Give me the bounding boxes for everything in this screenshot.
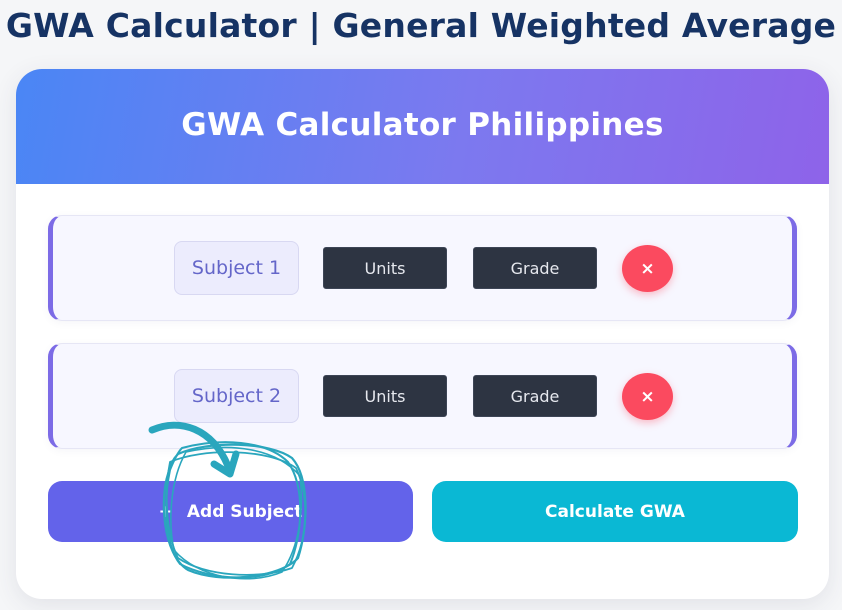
subject-row: Subject 2 Units Grade × (48, 343, 797, 449)
remove-subject-button[interactable]: × (622, 373, 673, 420)
add-subject-button[interactable]: + Add Subject (48, 481, 413, 542)
grade-input[interactable]: Grade (473, 375, 597, 417)
remove-subject-button[interactable]: × (622, 245, 673, 292)
grade-input[interactable]: Grade (473, 247, 597, 289)
gwa-calculator-card: GWA Calculator Philippines Subject 1 Uni… (16, 69, 829, 599)
subject-name-input[interactable]: Subject 2 (174, 369, 299, 423)
card-header: GWA Calculator Philippines (16, 69, 829, 184)
card-title: GWA Calculator Philippines (181, 106, 664, 143)
units-input[interactable]: Units (323, 247, 447, 289)
plus-icon: + (158, 501, 173, 522)
subject-row: Subject 1 Units Grade × (48, 215, 797, 321)
subject-name-input[interactable]: Subject 1 (174, 241, 299, 295)
calculate-gwa-button[interactable]: Calculate GWA (432, 481, 798, 542)
add-subject-label: Add Subject (186, 501, 303, 522)
units-input[interactable]: Units (323, 375, 447, 417)
close-icon: × (640, 258, 655, 279)
page-title: GWA Calculator | General Weighted Averag… (5, 6, 837, 45)
calculate-gwa-label: Calculate GWA (545, 501, 685, 522)
close-icon: × (640, 386, 655, 407)
